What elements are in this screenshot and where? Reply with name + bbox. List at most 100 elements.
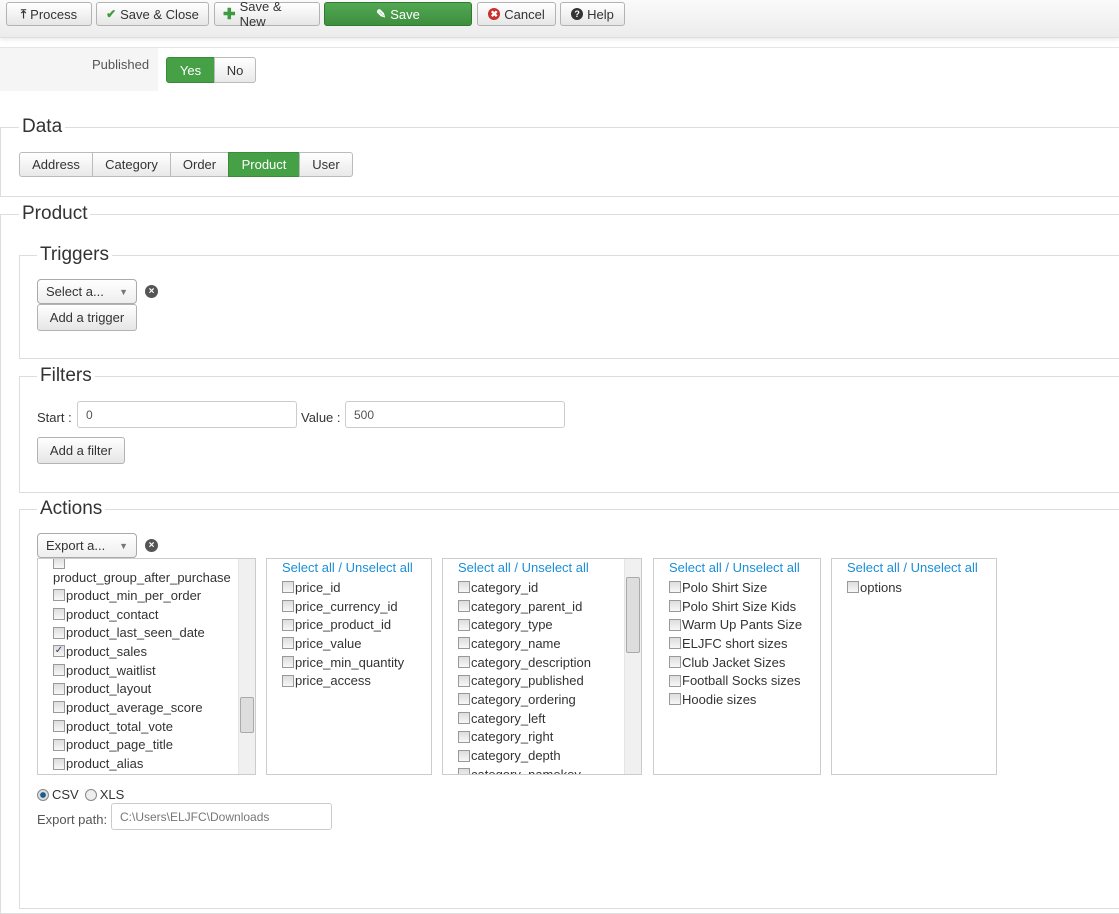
cancel-button[interactable]: ✖ Cancel: [477, 2, 556, 26]
column-item[interactable]: product_contact: [38, 605, 255, 624]
checkbox[interactable]: [282, 656, 294, 669]
checkbox[interactable]: [458, 693, 470, 706]
checkbox[interactable]: [282, 637, 294, 650]
checkbox[interactable]: [458, 618, 470, 631]
column-item[interactable]: price_product_id: [267, 615, 431, 634]
column-item[interactable]: price_access: [267, 671, 431, 690]
clear-icon[interactable]: ×: [145, 285, 158, 298]
checkbox[interactable]: [847, 581, 859, 594]
column-item[interactable]: category_right: [443, 728, 641, 747]
checkbox[interactable]: [458, 730, 470, 743]
csv-radio[interactable]: [37, 788, 49, 801]
help-button[interactable]: ? Help: [560, 2, 625, 26]
column-item[interactable]: options: [832, 578, 996, 597]
scrollbar[interactable]: [624, 559, 641, 774]
column-item[interactable]: product_group_after_purchase: [38, 559, 255, 586]
column-item[interactable]: product_alias: [38, 754, 255, 773]
column-item[interactable]: product_min_per_order: [38, 586, 255, 605]
checkbox[interactable]: [53, 682, 65, 695]
column-item[interactable]: ✓ product_sales: [38, 642, 255, 661]
column-item[interactable]: category_ordering: [443, 690, 641, 709]
checkbox[interactable]: [53, 757, 65, 770]
checkbox[interactable]: [53, 589, 65, 602]
scrollbar[interactable]: [238, 559, 255, 774]
column-item[interactable]: category_description: [443, 653, 641, 672]
checkbox[interactable]: [282, 600, 294, 613]
select-all-link[interactable]: Select all: [458, 560, 511, 575]
unselect-all-link[interactable]: Unselect all: [911, 560, 978, 575]
column-item[interactable]: Football Socks sizes: [654, 671, 820, 690]
checkbox[interactable]: [458, 768, 470, 774]
export-select[interactable]: Export a... ▼: [37, 533, 137, 558]
checkbox[interactable]: [669, 693, 681, 706]
tab-category[interactable]: Category: [92, 152, 171, 177]
column-item[interactable]: price_min_quantity: [267, 653, 431, 672]
column-item[interactable]: Polo Shirt Size: [654, 578, 820, 597]
published-yes[interactable]: Yes: [166, 57, 215, 83]
unselect-all-link[interactable]: Unselect all: [522, 560, 589, 575]
checkbox[interactable]: [458, 600, 470, 613]
column-item[interactable]: price_value: [267, 634, 431, 653]
process-button[interactable]: ⤒ Process: [6, 2, 92, 26]
checkbox[interactable]: ✓: [53, 645, 65, 658]
checkbox[interactable]: [669, 581, 681, 594]
column-item[interactable]: product_last_seen_date: [38, 623, 255, 642]
checkbox[interactable]: [282, 618, 294, 631]
xls-radio[interactable]: [84, 788, 97, 801]
checkbox[interactable]: [458, 749, 470, 762]
tab-user[interactable]: User: [299, 152, 353, 177]
unselect-all-link[interactable]: Unselect all: [733, 560, 800, 575]
clear-icon[interactable]: ×: [145, 539, 158, 552]
value-input[interactable]: [345, 401, 565, 428]
tab-product[interactable]: Product: [228, 152, 300, 177]
checkbox[interactable]: [458, 656, 470, 669]
checkbox[interactable]: [53, 701, 65, 714]
tab-address[interactable]: Address: [19, 152, 93, 177]
save-close-button[interactable]: ✔ Save & Close: [96, 2, 209, 26]
checkbox[interactable]: [53, 738, 65, 751]
checkbox[interactable]: [282, 581, 294, 594]
column-item[interactable]: category_namekey: [443, 765, 641, 774]
export-path-input[interactable]: [111, 803, 332, 830]
save-button[interactable]: ✎ Save: [324, 2, 472, 26]
checkbox[interactable]: [282, 674, 294, 687]
checkbox[interactable]: [458, 581, 470, 594]
column-item[interactable]: category_published: [443, 671, 641, 690]
save-new-button[interactable]: ✚ Save & New: [214, 0, 320, 29]
column-item[interactable]: category_type: [443, 615, 641, 634]
column-item[interactable]: price_currency_id: [267, 597, 431, 616]
column-item[interactable]: product_page_title: [38, 736, 255, 755]
column-item[interactable]: Polo Shirt Size Kids: [654, 597, 820, 616]
checkbox[interactable]: [669, 674, 681, 687]
column-item[interactable]: category_depth: [443, 746, 641, 765]
column-item[interactable]: category_id: [443, 578, 641, 597]
add-trigger-button[interactable]: Add a trigger: [37, 304, 137, 331]
checkbox[interactable]: [53, 626, 65, 639]
checkbox[interactable]: [53, 559, 65, 569]
column-item[interactable]: category_name: [443, 634, 641, 653]
select-all-link[interactable]: Select all: [669, 560, 722, 575]
checkbox[interactable]: [458, 674, 470, 687]
column-item[interactable]: category_parent_id: [443, 597, 641, 616]
column-item[interactable]: product_average_score: [38, 698, 255, 717]
column-item[interactable]: product_layout: [38, 679, 255, 698]
column-item[interactable]: ELJFC short sizes: [654, 634, 820, 653]
checkbox[interactable]: [669, 656, 681, 669]
tab-order[interactable]: Order: [170, 152, 229, 177]
column-item[interactable]: product_total_vote: [38, 717, 255, 736]
checkbox[interactable]: [458, 712, 470, 725]
checkbox[interactable]: [669, 600, 681, 613]
checkbox[interactable]: [669, 618, 681, 631]
column-item[interactable]: Club Jacket Sizes: [654, 653, 820, 672]
checkbox[interactable]: [53, 664, 65, 677]
checkbox[interactable]: [458, 637, 470, 650]
published-no[interactable]: No: [214, 57, 256, 83]
select-all-link[interactable]: Select all: [847, 560, 900, 575]
column-item[interactable]: Warm Up Pants Size: [654, 615, 820, 634]
checkbox[interactable]: [53, 720, 65, 733]
column-item[interactable]: price_id: [267, 578, 431, 597]
add-filter-button[interactable]: Add a filter: [37, 437, 125, 464]
select-all-link[interactable]: Select all: [282, 560, 335, 575]
trigger-select[interactable]: Select a... ▼: [37, 279, 137, 304]
unselect-all-link[interactable]: Unselect all: [346, 560, 413, 575]
